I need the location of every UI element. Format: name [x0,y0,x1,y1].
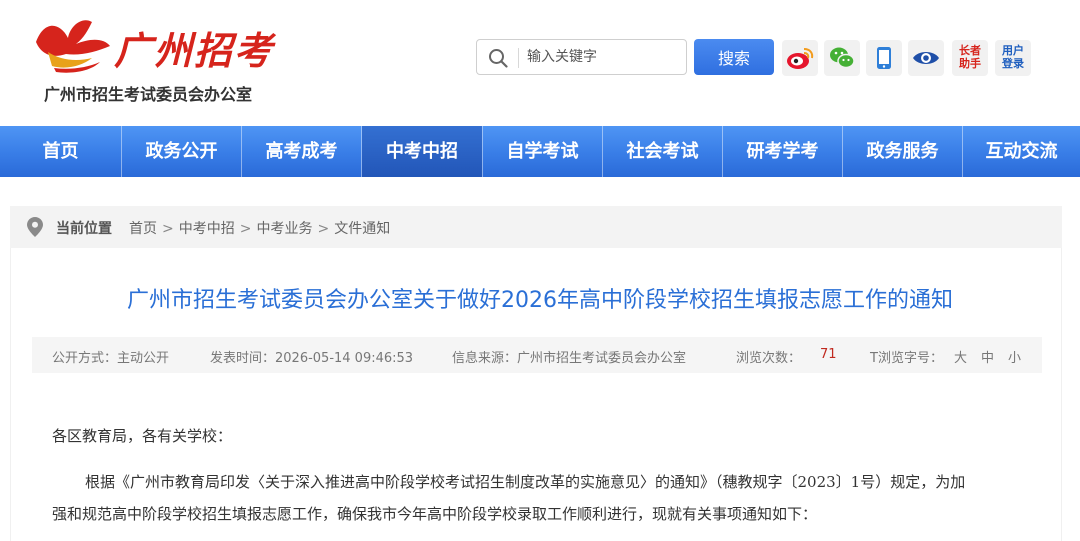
nav-item-postgraduate-exam[interactable]: 研考学考 [723,126,842,177]
nav-item-government-affairs[interactable]: 政务公开 [122,126,241,177]
eye-icon [913,52,939,64]
breadcrumb-link-notices[interactable]: 文件通知 [334,221,390,237]
article-salutation: 各区教育局，各有关学校： [52,427,233,445]
breadcrumb-link-home[interactable]: 首页 [129,221,157,237]
breadcrumb-separator: > [239,221,252,237]
mobile-button[interactable] [866,40,902,76]
search-divider [518,48,519,68]
meta-source: 信息来源：广州市招生考试委员会办公室 [452,351,687,366]
meta-views-count: 71 [820,347,837,362]
site-header: 广州招考 广州市招生考试委员会办公室 搜索 [0,0,1080,118]
site-logo[interactable]: 广州招考 广州市招生考试委员会办公室 [30,8,280,108]
breadcrumb: 当前位置 首页 > 中考中招 > 中考业务 > 文件通知 [10,206,1062,248]
breadcrumb-label: 当前位置 [56,221,112,237]
search-box [476,39,687,75]
meta-open-mode: 公开方式：主动公开 [52,351,170,366]
search-icon [489,49,508,68]
breadcrumb-separator: > [317,221,330,237]
kapok-flower-logo-icon [36,20,110,73]
nav-item-interaction[interactable]: 互动交流 [963,126,1080,177]
article-meta: 公开方式：主动公开 发表时间：2026-05-14 09:46:53 信息来源：… [32,337,1042,373]
meta-font-size-label: T浏览字号： [870,351,943,366]
meta-publish-time: 发表时间：2026-05-14 09:46:53 [210,351,414,366]
main-nav: 首页 政务公开 高考成考 中考中招 自学考试 社会考试 研考学考 政务服务 互动… [0,126,1080,177]
location-pin-icon [27,217,43,237]
weibo-icon [787,48,814,69]
nav-item-gaokao[interactable]: 高考成考 [242,126,361,177]
article-paragraph-line: 根据《广州市教育局印发〈关于深入推进高中阶段学校考试招生制度改革的实施意见〉的通… [85,473,966,491]
article-title: 广州市招生考试委员会办公室关于做好2026年高中阶段学校招生填报志愿工作的通知 [127,288,953,313]
nav-item-zhongkao[interactable]: 中考中招 [362,126,482,177]
logo-title: 广州招考 [114,28,275,73]
user-login-button[interactable]: 用户 登录 [995,40,1031,76]
breadcrumb-link-zhongkao-business[interactable]: 中考业务 [256,221,312,237]
breadcrumb-trail: 首页 > 中考中招 > 中考业务 > 文件通知 [129,218,390,238]
nav-item-social-exams[interactable]: 社会考试 [603,126,722,177]
mobile-icon [877,47,891,69]
weibo-button[interactable] [782,40,818,76]
logo-subtitle: 广州市招生考试委员会办公室 [44,85,253,104]
search-button[interactable]: 搜索 [694,39,774,75]
meta-views-label: 浏览次数： [736,351,802,366]
search-input[interactable] [527,42,677,72]
user-login-icon: 用户 登录 [1002,44,1024,70]
elder-assistant-icon: 长者 助手 [959,44,981,70]
elder-assistant-button[interactable]: 长者 助手 [952,40,988,76]
nav-item-self-study-exam[interactable]: 自学考试 [483,126,602,177]
nav-item-home[interactable]: 首页 [0,126,121,177]
nav-item-government-services[interactable]: 政务服务 [843,126,962,177]
breadcrumb-separator: > [162,221,174,237]
font-size-small-button[interactable]: 小 [1008,347,1021,366]
article-paragraph-line: 强和规范高中阶段学校招生填报志愿工作，确保我市今年高中阶段学校录取工作顺利进行，… [52,505,818,523]
breadcrumb-link-zhongkao[interactable]: 中考中招 [179,221,235,237]
wechat-button[interactable] [824,40,860,76]
font-size-medium-button[interactable]: 中 [981,347,994,366]
accessibility-view-button[interactable] [908,40,944,76]
wechat-icon [830,47,855,69]
font-size-large-button[interactable]: 大 [954,347,967,366]
